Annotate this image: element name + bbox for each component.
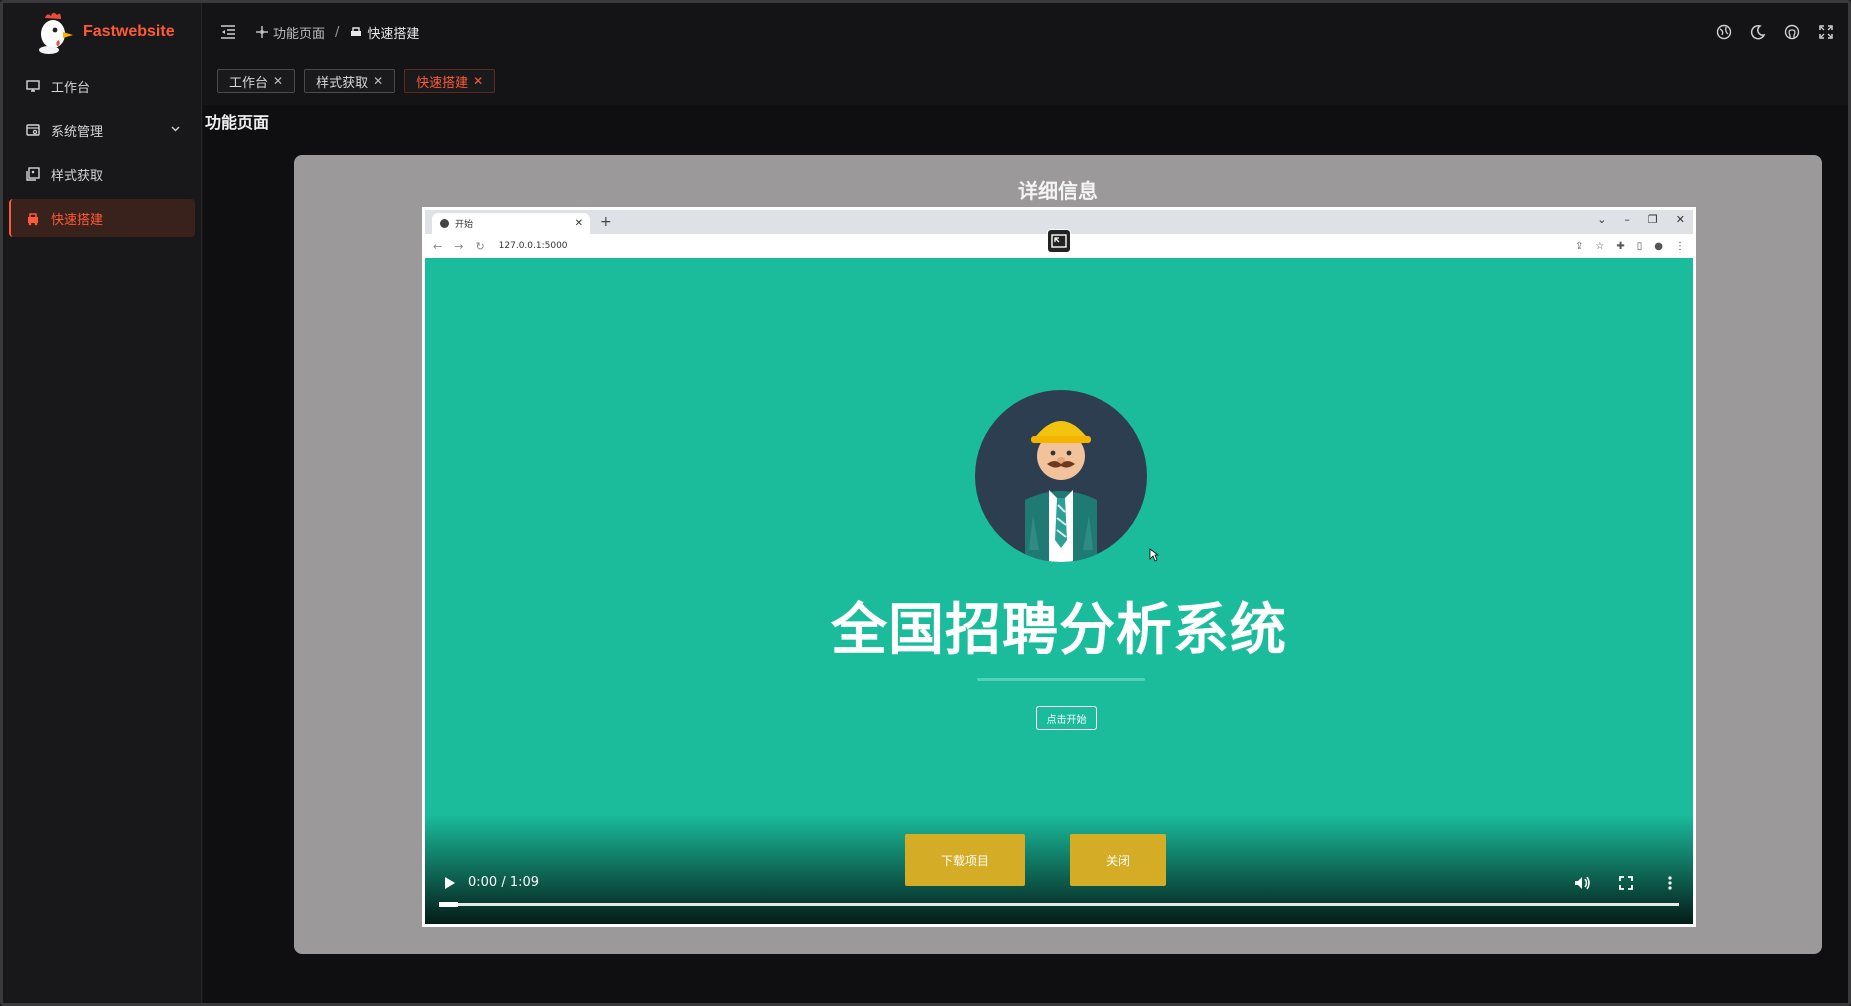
- build-icon: [25, 210, 41, 226]
- worker-avatar-image: [975, 390, 1147, 562]
- video-player[interactable]: 开始 ✕ + ⌄ – ❐ ✕ ← → ↻ 127.0.0.1:5000 ⇪ ☆ …: [422, 207, 1696, 927]
- function-icon: [255, 25, 269, 39]
- star-icon: ☆: [1595, 240, 1605, 252]
- back-icon: ←: [433, 239, 443, 253]
- close-icon[interactable]: ✕: [273, 74, 283, 88]
- main-content: 功能页面 详细信息 开始 ✕ + ⌄ – ❐ ✕ ← → ↻ 127.0.0.1…: [203, 105, 1848, 1003]
- tab-label: 快速搭建: [416, 75, 469, 91]
- window-controls: ⌄ – ❐ ✕: [1597, 213, 1685, 226]
- monitor-icon: [25, 78, 41, 94]
- forward-icon: →: [454, 239, 464, 253]
- logo[interactable]: Fastwebsite: [3, 3, 201, 61]
- language-icon[interactable]: [1716, 24, 1732, 40]
- close-icon: ✕: [1675, 213, 1685, 226]
- minimize-icon: –: [1624, 213, 1630, 226]
- browser-actions: ⇪ ☆ ✚ ▯ ● ⋮: [1575, 241, 1685, 252]
- video-progress-bar[interactable]: [439, 902, 1679, 907]
- headline-divider: [977, 678, 1145, 681]
- sidebar-item-label: 快速搭建: [51, 212, 104, 228]
- chevron-down-icon: ⌄: [1597, 213, 1607, 226]
- sidebar-item-label: 样式获取: [51, 168, 104, 184]
- mouse-cursor-icon: [1149, 547, 1160, 566]
- app-window: Fastwebsite 工作台 系统管理 样式获取 快速搭建 功能页面 / 快速…: [0, 0, 1851, 1006]
- build-icon: [349, 25, 363, 39]
- dark-mode-icon[interactable]: [1750, 24, 1766, 40]
- sidebar-item-system[interactable]: 系统管理: [9, 111, 195, 149]
- close-icon: ✕: [574, 218, 583, 229]
- video-browser-tab: 开始 ✕: [432, 213, 590, 234]
- restore-icon: ❐: [1647, 213, 1658, 226]
- app-name: Fastwebsite: [83, 23, 175, 40]
- more-icon: ⋮: [1675, 240, 1685, 252]
- chevron-down-icon: [170, 123, 181, 137]
- fullscreen-icon[interactable]: [1818, 24, 1834, 40]
- breadcrumb-separator: /: [335, 24, 340, 40]
- volume-icon[interactable]: [1573, 874, 1591, 892]
- detail-dialog: 详细信息 开始 ✕ + ⌄ – ❐ ✕ ← → ↻ 127.0.0.1:5000…: [294, 155, 1822, 954]
- tab-label: 样式获取: [316, 75, 369, 91]
- sidebar-item-workbench[interactable]: 工作台: [9, 67, 195, 105]
- extension-icon: ✚: [1616, 240, 1625, 252]
- collapse-menu-icon[interactable]: [219, 23, 237, 41]
- breadcrumb-label: 快速搭建: [367, 26, 420, 42]
- more-options-icon[interactable]: [1661, 874, 1679, 892]
- close-icon[interactable]: ✕: [373, 74, 383, 88]
- page-title: 功能页面: [205, 113, 270, 132]
- tab-quickbuild[interactable]: 快速搭建 ✕: [404, 69, 496, 93]
- breadcrumb: 功能页面 / 快速搭建: [255, 23, 419, 42]
- plus-icon: +: [600, 214, 612, 230]
- sidebar-item-label: 系统管理: [51, 124, 104, 140]
- tab-bar: 工作台 ✕ 样式获取 ✕ 快速搭建 ✕: [217, 69, 496, 93]
- header-tools: [1716, 24, 1834, 40]
- close-dialog-button[interactable]: 关闭: [1070, 834, 1166, 886]
- favicon-icon: [440, 219, 449, 228]
- tab-workbench[interactable]: 工作台 ✕: [217, 69, 296, 93]
- video-headline: 全国招聘分析系统: [831, 598, 1287, 663]
- sidebar-item-quickbuild[interactable]: 快速搭建: [9, 199, 195, 237]
- dialog-title: 详细信息: [1018, 179, 1098, 203]
- top-bar: 功能页面 / 快速搭建: [203, 3, 1848, 61]
- profile-icon: ●: [1654, 240, 1663, 252]
- breadcrumb-item-function[interactable]: 功能页面: [255, 23, 325, 42]
- reload-icon: ↻: [475, 239, 485, 253]
- video-time: 0:00 / 1:09: [468, 875, 540, 890]
- picture-in-picture-icon[interactable]: [1047, 229, 1071, 253]
- browser-url: 127.0.0.1:5000: [498, 241, 568, 251]
- tab-style[interactable]: 样式获取 ✕: [304, 69, 396, 93]
- download-project-button[interactable]: 下载项目: [905, 834, 1025, 886]
- sidebar-item-style[interactable]: 样式获取: [9, 155, 195, 193]
- browser-tab-title: 开始: [455, 220, 474, 230]
- github-icon[interactable]: [1784, 24, 1800, 40]
- share-icon: ⇪: [1575, 240, 1584, 252]
- start-button[interactable]: 点击开始: [1036, 706, 1097, 730]
- gallery-icon: [25, 166, 41, 182]
- video-progress-fill: [439, 902, 458, 907]
- tab-label: 工作台: [229, 75, 269, 91]
- breadcrumb-item-quickbuild[interactable]: 快速搭建: [349, 23, 419, 42]
- chicken-logo-icon: [33, 10, 75, 54]
- play-icon[interactable]: [441, 875, 457, 891]
- video-controls-overlay: [425, 814, 1693, 924]
- sidebar-item-label: 工作台: [51, 80, 91, 96]
- close-icon[interactable]: ✕: [473, 74, 483, 88]
- sidebar: Fastwebsite 工作台 系统管理 样式获取 快速搭建: [3, 3, 202, 1003]
- breadcrumb-label: 功能页面: [273, 26, 326, 42]
- sidebar-menu: 工作台 系统管理 样式获取 快速搭建: [3, 67, 201, 237]
- browser-nav: ← → ↻: [433, 240, 485, 253]
- sidepanel-icon: ▯: [1636, 240, 1643, 252]
- settings-panel-icon: [25, 122, 41, 138]
- video-controls-right: [1573, 874, 1679, 892]
- fullscreen-icon[interactable]: [1617, 874, 1635, 892]
